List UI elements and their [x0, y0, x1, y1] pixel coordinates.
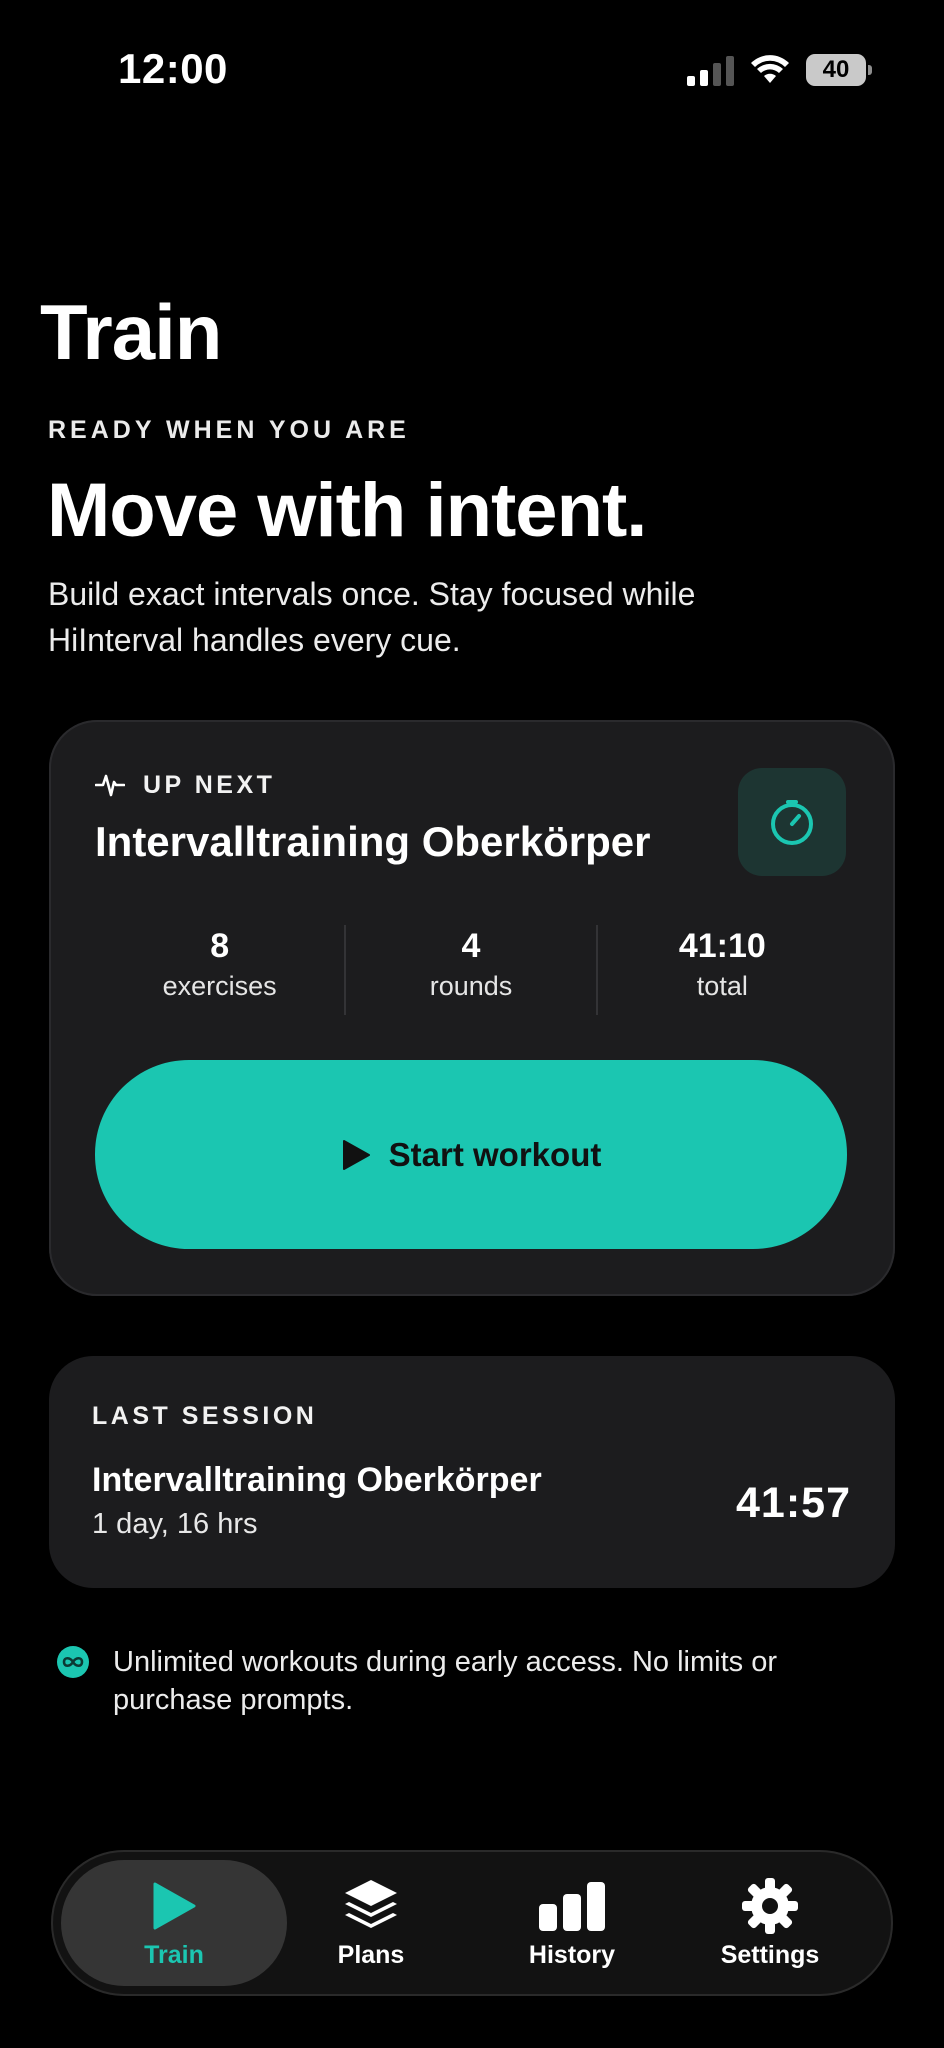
up-next-title: Intervalltraining Oberkörper	[95, 818, 651, 865]
wifi-icon	[751, 55, 789, 83]
up-next-header: UP NEXT	[95, 770, 275, 800]
start-workout-button[interactable]: Start workout	[95, 1060, 847, 1249]
tab-label: Settings	[720, 1940, 820, 1969]
headline: Move with intent.	[47, 468, 647, 553]
tab-plans[interactable]: Plans	[258, 1860, 484, 1986]
start-workout-label: Start workout	[388, 1135, 602, 1173]
last-session-time-ago: 1 day, 16 hrs	[92, 1508, 258, 1540]
early-access-text: Unlimited workouts during early access. …	[113, 1646, 777, 1716]
timer-icon	[771, 800, 813, 845]
activity-icon	[95, 774, 125, 797]
battery-icon: 40	[806, 54, 872, 86]
up-next-card[interactable]: UP NEXT Intervalltraining Oberkörper 8 e…	[49, 720, 895, 1296]
stat-value: 8	[210, 927, 230, 965]
last-session-title: Intervalltraining Oberkörper	[92, 1461, 542, 1499]
tab-bar: Train Plans History Settings	[51, 1850, 893, 1996]
last-session-label: LAST SESSION	[92, 1402, 318, 1430]
tab-label: Plans	[337, 1940, 405, 1969]
timer-button[interactable]	[738, 768, 846, 876]
subtitle: Build exact intervals once. Stay focused…	[48, 576, 696, 658]
infinity-icon	[57, 1646, 89, 1678]
early-access-note: Unlimited workouts during early access. …	[57, 1643, 847, 1719]
tab-label: Train	[144, 1940, 204, 1969]
battery-level: 40	[822, 56, 850, 83]
up-next-label: UP NEXT	[143, 770, 276, 799]
status-time: 12:00	[118, 45, 228, 92]
eyebrow-text: READY WHEN YOU ARE	[48, 416, 410, 444]
gear-icon	[742, 1877, 798, 1934]
last-session-card[interactable]: LAST SESSION Intervalltraining Oberkörpe…	[49, 1356, 895, 1588]
tab-train[interactable]: Train	[61, 1860, 287, 1986]
stat-exercises: 8 exercises	[95, 925, 344, 1015]
play-icon	[342, 1139, 370, 1170]
page-title: Train	[40, 288, 222, 376]
stat-total: 41:10 total	[598, 925, 847, 1015]
stat-value: 41:10	[678, 927, 766, 965]
signal-icon	[687, 54, 734, 86]
status-icons: 40	[687, 50, 872, 90]
workout-stats: 8 exercises 4 rounds 41:10 total	[95, 925, 847, 1015]
last-session-duration: 41:57	[736, 1479, 851, 1527]
layers-icon	[345, 1879, 397, 1928]
stat-label: rounds	[429, 971, 513, 1001]
stat-value: 4	[461, 927, 481, 965]
play-icon	[153, 1882, 196, 1929]
tab-settings[interactable]: Settings	[657, 1860, 883, 1986]
tab-label: History	[528, 1940, 616, 1969]
stat-rounds: 4 rounds	[346, 925, 595, 1015]
tab-history[interactable]: History	[459, 1860, 685, 1986]
stat-label: exercises	[162, 971, 277, 1001]
bar-chart-icon	[539, 1881, 605, 1931]
stat-label: total	[696, 971, 748, 1001]
